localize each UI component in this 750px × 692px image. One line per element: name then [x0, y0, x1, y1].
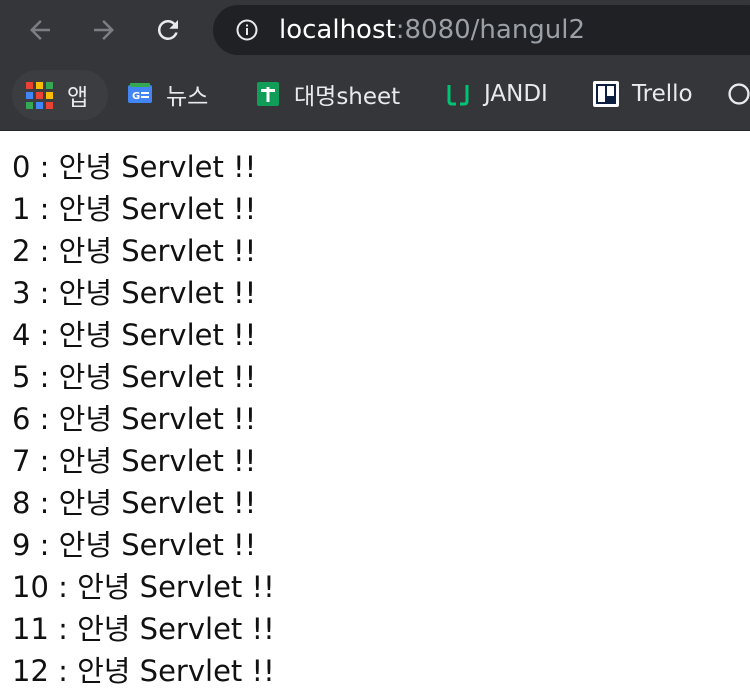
output-line-6: 6 : 안녕 Servlet !!: [12, 402, 257, 436]
output-line-3: 3 : 안녕 Servlet !!: [12, 276, 257, 310]
url-path: :8080/hangul2: [395, 15, 586, 45]
bookmarks-bar: 앱 G 뉴스 대명sheet JANDI Trello: [0, 60, 750, 131]
back-button[interactable]: [20, 10, 60, 50]
bookmark-label: JANDI: [484, 81, 548, 107]
reload-button[interactable]: [148, 10, 188, 50]
output-line-12: 12 : 안녕 Servlet !!: [12, 654, 275, 688]
output-line-2: 2 : 안녕 Servlet !!: [12, 234, 257, 268]
output-line-8: 8 : 안녕 Servlet !!: [12, 486, 257, 520]
arrow-left-icon: [30, 20, 50, 40]
url-host: localhost: [279, 15, 396, 45]
google-news-icon: G: [128, 83, 152, 103]
output-line-1: 1 : 안녕 Servlet !!: [12, 192, 257, 226]
page-content: 0 : 안녕 Servlet !! 1 : 안녕 Servlet !! 2 : …: [12, 146, 275, 692]
info-icon[interactable]: [235, 18, 259, 42]
trello-icon: [593, 81, 619, 107]
bookmark-jandi[interactable]: JANDI: [444, 74, 548, 114]
output-line-7: 7 : 안녕 Servlet !!: [12, 444, 257, 478]
output-line-5: 5 : 안녕 Servlet !!: [12, 360, 257, 394]
jandi-icon: [447, 85, 469, 106]
bookmark-label: 대명sheet: [294, 84, 401, 110]
reload-icon: [157, 19, 178, 40]
address-bar[interactable]: localhost:8080/hangul2: [213, 5, 750, 55]
bookmark-label: 앱: [67, 85, 89, 111]
bookmark-news[interactable]: G 뉴스: [126, 74, 208, 114]
forward-button[interactable]: [84, 10, 124, 50]
browser-toolbar: localhost:8080/hangul2: [0, 0, 750, 60]
sheets-icon: [257, 82, 279, 106]
output-line-0: 0 : 안녕 Servlet !!: [12, 150, 257, 184]
bookmark-label: Trello: [632, 81, 693, 107]
bookmark-label: 뉴스: [166, 84, 209, 110]
bookmark-sheet[interactable]: 대명sheet: [254, 74, 400, 114]
apps-grid-icon: [26, 81, 53, 109]
output-line-4: 4 : 안녕 Servlet !!: [12, 318, 257, 352]
output-line-9: 9 : 안녕 Servlet !!: [12, 528, 257, 562]
bookmark-github[interactable]: [728, 74, 750, 114]
bookmark-trello[interactable]: Trello: [592, 74, 693, 114]
output-line-10: 10 : 안녕 Servlet !!: [12, 570, 275, 604]
arrow-right-icon: [94, 20, 114, 40]
output-line-11: 11 : 안녕 Servlet !!: [12, 612, 275, 646]
svg-text:G: G: [132, 91, 140, 102]
github-icon: [728, 83, 750, 105]
bookmark-apps[interactable]: 앱: [12, 70, 108, 120]
url-text[interactable]: localhost:8080/hangul2: [279, 15, 585, 45]
